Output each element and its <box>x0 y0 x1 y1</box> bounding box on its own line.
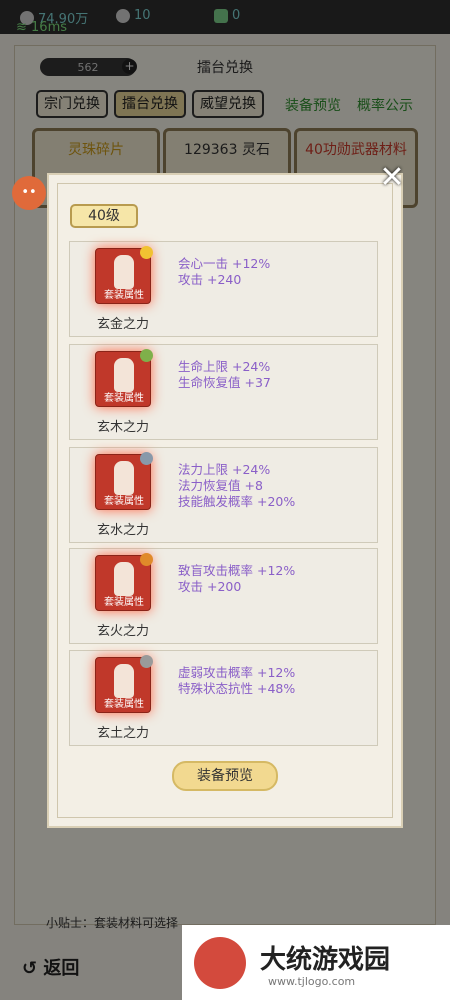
stat-line: 虚弱攻击概率 +12% <box>178 665 296 680</box>
set-item-stats: 生命上限 +24% 生命恢复值 +37 <box>178 359 271 391</box>
set-item-name: 玄火之力 <box>96 624 149 639</box>
warrior-figure-icon <box>114 358 134 392</box>
stat-line: 致盲攻击概率 +12% <box>178 563 296 578</box>
set-item-stats: 法力上限 +24% 法力恢复值 +8 技能触发概率 +20% <box>178 462 295 510</box>
watermark-url: www.tjlogo.com <box>268 975 356 988</box>
level-badge: 40级 <box>70 204 138 228</box>
stat-line: 会心一击 +12% <box>178 256 271 271</box>
set-tag: 套装属性 <box>104 496 144 507</box>
set-tag: 套装属性 <box>104 699 144 710</box>
set-item-name: 玄金之力 <box>96 317 149 332</box>
stat-line: 攻击 +200 <box>178 579 242 594</box>
warrior-figure-icon <box>114 461 134 495</box>
set-item-icon[interactable]: 套装属性 <box>95 246 153 304</box>
set-item-name: 玄木之力 <box>96 420 149 435</box>
set-item-stats: 虚弱攻击概率 +12% 特殊状态抗性 +48% <box>178 665 295 697</box>
watermark: 大统游戏园 www.tjlogo.com <box>182 925 450 1000</box>
watermark-text: 大统游戏园 <box>260 945 391 975</box>
element-stone-icon <box>140 246 153 259</box>
watermark-logo-icon <box>194 937 246 989</box>
stat-line: 特殊状态抗性 +48% <box>178 681 296 696</box>
set-item-row: 套装属性玄火之力 致盲攻击概率 +12% 攻击 +200 <box>69 548 378 644</box>
warrior-figure-icon <box>114 255 134 289</box>
element-stone-icon <box>140 655 153 668</box>
stat-line: 生命上限 +24% <box>178 359 271 374</box>
set-item-name: 玄土之力 <box>96 726 149 741</box>
chat-bubble-icon[interactable]: •• <box>12 176 46 210</box>
warrior-figure-icon <box>114 562 134 596</box>
element-stone-icon <box>140 349 153 362</box>
set-item-name: 玄水之力 <box>96 523 149 538</box>
set-item-icon[interactable]: 套装属性 <box>95 349 153 407</box>
set-tag: 套装属性 <box>104 597 144 608</box>
warrior-figure-icon <box>114 664 134 698</box>
close-icon[interactable]: ✕ <box>378 163 406 193</box>
set-item-row: 套装属性玄水之力 法力上限 +24% 法力恢复值 +8 技能触发概率 +20% <box>69 447 378 543</box>
set-tag: 套装属性 <box>104 290 144 301</box>
element-stone-icon <box>140 553 153 566</box>
stat-line: 攻击 +240 <box>178 272 242 287</box>
set-item-row: 套装属性玄金之力 会心一击 +12% 攻击 +240 <box>69 241 378 337</box>
set-tag: 套装属性 <box>104 393 144 404</box>
set-item-icon[interactable]: 套装属性 <box>95 553 153 611</box>
stat-line: 法力恢复值 +8 <box>178 478 263 493</box>
stat-line: 法力上限 +24% <box>178 462 271 477</box>
element-stone-icon <box>140 452 153 465</box>
set-item-row: 套装属性玄土之力 虚弱攻击概率 +12% 特殊状态抗性 +48% <box>69 650 378 746</box>
set-item-icon[interactable]: 套装属性 <box>95 452 153 510</box>
set-item-row: 套装属性玄木之力 生命上限 +24% 生命恢复值 +37 <box>69 344 378 440</box>
set-item-stats: 会心一击 +12% 攻击 +240 <box>178 256 270 288</box>
equipment-preview-button[interactable]: 装备预览 <box>172 761 278 791</box>
set-item-stats: 致盲攻击概率 +12% 攻击 +200 <box>178 563 295 595</box>
stat-line: 技能触发概率 +20% <box>178 494 296 509</box>
stat-line: 生命恢复值 +37 <box>178 375 271 390</box>
set-item-icon[interactable]: 套装属性 <box>95 655 153 713</box>
